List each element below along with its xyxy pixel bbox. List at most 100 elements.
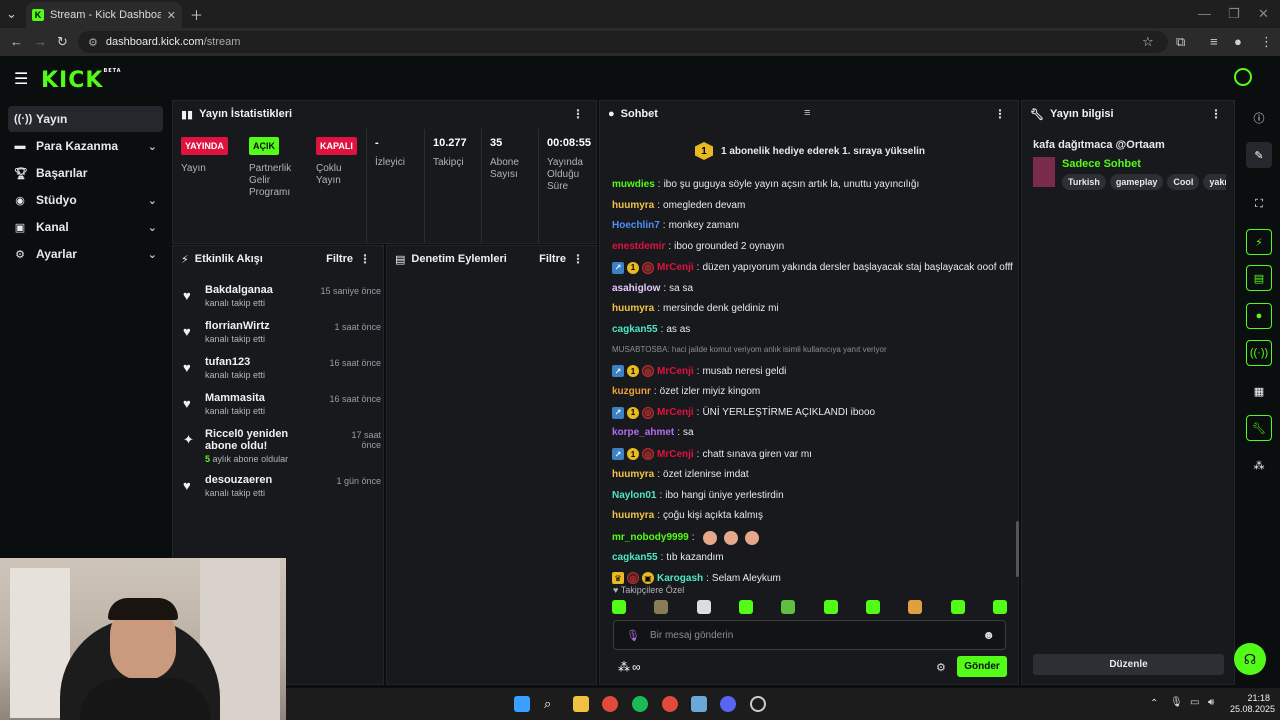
pencil-icon[interactable]: ✎ xyxy=(1246,142,1272,168)
sidebar-item-basarilar[interactable]: 🏆︎ Başarılar xyxy=(8,160,163,186)
chat-message[interactable]: cagkan55: tıb kazandım xyxy=(612,552,724,563)
broadcast-icon[interactable]: ((·)) xyxy=(1246,340,1272,366)
chat-message[interactable]: ↗ 1 ◎ MrCenji: musab neresi geldi xyxy=(612,365,786,378)
channel-points[interactable]: ⁂ ∞ xyxy=(618,660,641,674)
network-icon[interactable]: ▭ xyxy=(1190,697,1199,708)
layout-icon[interactable]: ▦ xyxy=(1246,378,1272,404)
wrench-icon[interactable]: 🔧︎ xyxy=(1246,415,1272,441)
filter-button[interactable]: Filtre xyxy=(539,253,566,265)
reload-icon[interactable]: ↻ xyxy=(57,34,68,50)
emote-icon[interactable] xyxy=(696,600,711,614)
document-icon[interactable]: ▤ xyxy=(1246,265,1272,291)
close-window-icon[interactable]: ✕ xyxy=(1258,6,1269,22)
category-name[interactable]: Sadece Sohbet xyxy=(1062,158,1141,170)
apps-icon[interactable]: ⁂ xyxy=(1246,452,1272,478)
fullscreen-icon[interactable]: ⛶ xyxy=(1246,191,1272,217)
chat-message[interactable]: ↗ 1 ◎ MrCenji: ÜNİ YERLEŞTİRME AÇIKLANDI ibo… xyxy=(612,406,875,419)
extensions-icon[interactable]: ⧉ xyxy=(1176,34,1185,50)
chat-scrollbar[interactable] xyxy=(1016,521,1019,577)
chat-message[interactable]: huumyra: omegleden devam xyxy=(612,200,745,211)
filter-button[interactable]: Filtre xyxy=(326,253,353,265)
more-options-icon[interactable]: ⋮ xyxy=(572,252,584,266)
emote-icon[interactable] xyxy=(823,600,838,614)
queue-icon[interactable]: ≡ xyxy=(1210,34,1218,49)
chat-username[interactable]: asahiglow xyxy=(612,283,660,294)
chat-username[interactable]: Naylon01 xyxy=(612,490,656,501)
user-avatar[interactable] xyxy=(1234,68,1252,86)
chat-message[interactable]: huumyra: mersinde denk geldiniz mi xyxy=(612,303,779,314)
chat-message[interactable]: huumyra: özet izlenirse imdat xyxy=(612,469,749,480)
browser-tab[interactable]: K Stream - Kick Dashboard ✕ xyxy=(26,2,182,28)
spotify-icon[interactable] xyxy=(632,696,648,712)
chat-username[interactable]: Karogash xyxy=(657,573,703,584)
volume-icon[interactable]: 🔊︎ xyxy=(1208,697,1214,708)
send-button[interactable]: Gönder xyxy=(957,656,1007,677)
edit-stream-info-button[interactable]: Düzenle xyxy=(1033,654,1224,675)
sidebar-item-kanal[interactable]: ▣ Kanal ⌄ xyxy=(8,214,163,240)
restore-icon[interactable]: ❐ xyxy=(1228,6,1240,22)
support-chat-icon[interactable]: ☊ xyxy=(1234,643,1266,675)
search-icon[interactable]: ⌕ xyxy=(544,696,560,712)
emote-icon[interactable] xyxy=(738,600,753,614)
tag-chip[interactable]: Turkish xyxy=(1062,174,1106,190)
kick-logo[interactable]: KICKBETA xyxy=(41,68,122,93)
clock[interactable]: 21:18 25.08.2025 xyxy=(1230,693,1275,715)
info-icon[interactable]: ⓘ xyxy=(1246,105,1272,131)
chat-reply-line[interactable]: MUSABTOSBA: haci jailde komut veriyom an… xyxy=(612,345,887,354)
chat-filter-icon[interactable]: ≡ xyxy=(804,107,810,119)
chat-username[interactable]: huumyra xyxy=(612,510,654,521)
chat-message[interactable]: huumyra: çoğu kişi açıkta kalmış xyxy=(612,510,763,521)
emote-icon[interactable] xyxy=(612,600,626,614)
more-options-icon[interactable]: ⋮ xyxy=(994,107,1006,121)
chat-bubble-icon[interactable]: ● xyxy=(1246,303,1272,329)
chat-username[interactable]: huumyra xyxy=(612,200,654,211)
chat-username[interactable]: korpe_ahmet xyxy=(612,427,674,438)
chat-message[interactable]: enestdemir: iboo grounded 2 oynayın xyxy=(612,241,784,252)
chat-username[interactable]: kuzgunr xyxy=(612,386,651,397)
more-options-icon[interactable]: ⋮ xyxy=(359,252,371,266)
emote-icon[interactable] xyxy=(950,600,965,614)
emote-icon[interactable] xyxy=(654,600,669,614)
chat-username[interactable]: huumyra xyxy=(612,303,654,314)
chat-username[interactable]: MrCenji xyxy=(657,449,694,460)
obs-icon[interactable] xyxy=(750,696,766,712)
chat-message[interactable]: Hoechlin7: monkey zamanı xyxy=(612,220,739,231)
chrome-profile-icon[interactable] xyxy=(662,696,678,712)
emote-icon[interactable] xyxy=(992,600,1007,614)
emote-icon[interactable] xyxy=(908,600,923,614)
discord-icon[interactable] xyxy=(720,696,736,712)
tag-chip[interactable]: yakışık xyxy=(1203,174,1226,190)
chat-username[interactable]: huumyra xyxy=(612,469,654,480)
chat-username[interactable]: MrCenji xyxy=(657,407,694,418)
tag-chip[interactable]: Cool xyxy=(1167,174,1200,190)
chat-message-input[interactable]: 🎙︎ Bir mesaj gönderin ☻ xyxy=(613,620,1006,650)
address-bar[interactable]: ⚙ dashboard.kick.com/stream xyxy=(78,31,1168,53)
chat-message[interactable]: korpe_ahmet: sa xyxy=(612,427,694,438)
windows-start-icon[interactable] xyxy=(514,696,530,712)
sidebar-item-ayarlar[interactable]: ⚙ Ayarlar ⌄ xyxy=(8,241,163,267)
chrome-icon[interactable] xyxy=(602,696,618,712)
browser-menu-icon[interactable]: ⋮ xyxy=(1260,34,1273,50)
microphone-icon[interactable]: 🎙︎ xyxy=(626,629,640,642)
chat-settings-gear-icon[interactable]: ⚙ xyxy=(936,661,946,674)
hamburger-menu-icon[interactable]: ☰ xyxy=(14,69,28,89)
sidebar-item-yayin[interactable]: ((·)) Yayın xyxy=(8,106,163,132)
chat-message[interactable]: ↗ 1 ◎ MrCenji: chatt sınava giren var mı xyxy=(612,448,812,461)
sidebar-item-para-kazanma[interactable]: ▬ Para Kazanma ⌄ xyxy=(8,133,163,159)
sidebar-item-studyo[interactable]: ◉ Stüdyo ⌄ xyxy=(8,187,163,213)
new-tab-icon[interactable]: ＋ xyxy=(190,5,203,24)
app-icon[interactable] xyxy=(691,696,707,712)
tab-close-icon[interactable]: ✕ xyxy=(167,9,176,22)
chat-message[interactable]: ↗ 1 ◎ MrCenji: düzen yapıyorum yakında dersl… xyxy=(612,261,1013,274)
chat-username[interactable]: cagkan55 xyxy=(612,552,658,563)
tab-search-icon[interactable]: ⌄ xyxy=(6,6,17,22)
tray-chevron-icon[interactable]: ⌃ xyxy=(1150,698,1158,709)
chat-username[interactable]: Hoechlin7 xyxy=(612,220,660,231)
chat-username[interactable]: MrCenji xyxy=(657,262,694,273)
chat-message[interactable]: mr_nobody9999: xyxy=(612,530,766,545)
profile-icon[interactable]: ● xyxy=(1234,34,1242,49)
chat-message[interactable]: asahiglow: sa sa xyxy=(612,283,693,294)
forward-icon[interactable]: → xyxy=(34,34,47,49)
pinned-gift-banner[interactable]: 1 1 abonelik hediye ederek 1. sıraya yük… xyxy=(610,131,1010,171)
chat-message[interactable]: muwdies: ibo şu guguya söyle yayın açsın … xyxy=(612,179,919,190)
